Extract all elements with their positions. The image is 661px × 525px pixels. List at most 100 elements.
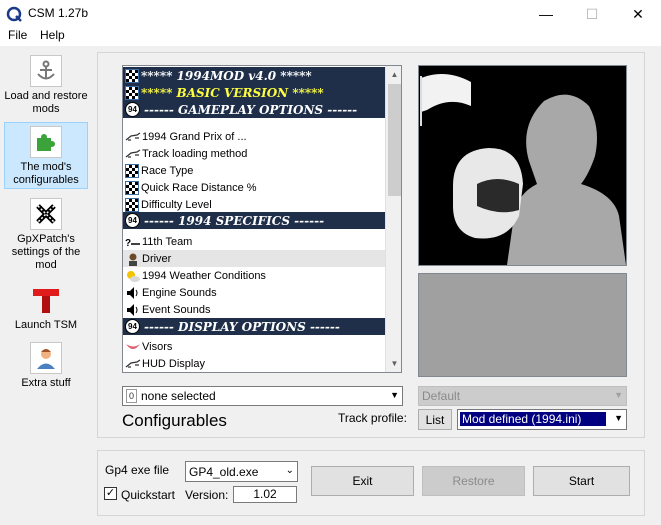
config-option-select[interactable]: 0 none selected ▼ [122, 386, 403, 406]
list-item[interactable]: 1994 Weather Conditions [123, 267, 385, 284]
nav-label: GpXPatch's settings of the mod [11, 233, 81, 271]
start-button[interactable]: Start [533, 466, 630, 496]
weather-icon [125, 268, 141, 284]
visor-icon [125, 339, 141, 355]
quickstart-checkbox[interactable]: ✓ [104, 487, 117, 500]
quickstart-label: Quickstart [121, 488, 176, 502]
section-title: Configurables [122, 411, 227, 430]
track-profile-label: Track profile: [338, 411, 407, 425]
window-title: CSM 1.27b [28, 6, 89, 20]
list-button[interactable]: List [418, 409, 452, 430]
user-icon [30, 342, 62, 374]
list-item-label: Visors [142, 340, 173, 353]
race-car-icon [125, 146, 141, 162]
exit-button[interactable]: Exit [311, 466, 414, 496]
mod-94-badge-icon: 94 [125, 213, 140, 228]
anchor-icon [30, 55, 62, 87]
list-item-label: ------ GAMEPLAY OPTIONS ------ [144, 102, 358, 117]
list-item-title[interactable]: ***** BASIC VERSION ***** [123, 84, 385, 101]
chevron-down-icon: ▼ [390, 390, 399, 400]
version-label: Version: [185, 488, 229, 502]
nav-label: Launch TSM [14, 319, 78, 331]
list-item[interactable]: Engine Sounds [123, 284, 385, 301]
list-item-label: Difficulty Level [141, 198, 212, 211]
preset-select[interactable]: Default ▼ [418, 386, 627, 406]
list-item[interactable]: Race Type [123, 162, 385, 179]
chevron-down-icon: ▼ [614, 390, 623, 400]
mod-94-badge-icon: 94 [125, 102, 140, 117]
track-profile-select[interactable]: Mod defined (1994.ini) ▼ [457, 409, 627, 430]
list-item[interactable]: Difficulty Level [123, 196, 385, 213]
list-item[interactable]: Event Sounds [123, 301, 385, 318]
checkered-flag-icon [125, 68, 139, 83]
list-item-label: Event Sounds [142, 303, 211, 316]
version-field[interactable]: 1.02 [233, 486, 297, 503]
scroll-thumb[interactable] [388, 84, 401, 196]
nav-extra-stuff[interactable]: Extra stuff [4, 342, 88, 389]
config-option-prefix: 0 [126, 389, 137, 403]
nav-load-restore[interactable]: Load and restore mods [4, 55, 88, 119]
list-item-label: ------ DISPLAY OPTIONS ------ [144, 319, 340, 334]
list-scrollbar[interactable]: ▲ ▼ [385, 66, 401, 372]
track-profile-value: Mod defined (1994.ini) [460, 412, 606, 426]
scroll-down-icon[interactable]: ▼ [386, 355, 401, 372]
speaker-icon [125, 302, 141, 318]
nav-gpxpatch-settings[interactable]: GpXPatch's settings of the mod [4, 198, 88, 274]
list-item[interactable]: Visors [123, 338, 385, 355]
list-item-label: 11th Team [142, 235, 193, 248]
list-item[interactable]: 1994 Grand Prix of ... [123, 128, 385, 145]
checkered-flag-icon [125, 197, 139, 212]
checkered-flag-icon [125, 180, 139, 195]
exe-select-value: GP4_old.exe [189, 464, 259, 479]
config-option-value: none selected [141, 389, 216, 403]
scroll-up-icon[interactable]: ▲ [386, 66, 401, 83]
exe-select[interactable]: GP4_old.exe ⌄ [185, 461, 298, 482]
list-item-label: Quick Race Distance % [141, 181, 257, 194]
svg-text:?: ? [125, 238, 131, 247]
puzzle-piece-icon [30, 126, 62, 158]
nav-label: Extra stuff [21, 377, 71, 389]
checkered-flag-icon [125, 85, 139, 100]
list-section-header[interactable]: 94 ------ DISPLAY OPTIONS ------ [123, 318, 385, 335]
nav-label: The mod's configurables [13, 161, 79, 186]
list-item[interactable]: ? 11th Team [123, 233, 385, 250]
race-car-icon [125, 356, 141, 372]
question-car-icon: ? [125, 234, 141, 250]
close-icon: ✕ [632, 5, 644, 22]
speaker-icon [125, 285, 141, 301]
minimize-icon: — [539, 6, 553, 22]
list-item[interactable]: Track loading method [123, 145, 385, 162]
chevron-down-icon: ⌄ [285, 465, 294, 476]
menu-bar [0, 28, 661, 46]
list-item[interactable]: Driver [123, 250, 385, 267]
mod-94-badge-icon: 94 [125, 319, 140, 334]
minimize-button[interactable]: — [523, 0, 569, 28]
driver-icon [125, 251, 141, 267]
csm-logo-icon [6, 6, 22, 22]
menu-help[interactable]: Help [40, 28, 65, 42]
list-item-label: ------ 1994 SPECIFICS ------ [144, 213, 325, 228]
maximize-button[interactable]: ☐ [569, 0, 615, 28]
chevron-down-icon: ▼ [614, 413, 623, 423]
list-item[interactable]: HUD Display [123, 355, 385, 372]
nav-label: Load and restore mods [4, 90, 88, 115]
menu-file[interactable]: File [8, 28, 27, 42]
list-item-label: ***** 1994MOD v4.0 ***** [141, 68, 312, 83]
list-item[interactable]: Quick Race Distance % [123, 179, 385, 196]
maximize-icon: ☐ [585, 5, 599, 22]
list-item-label: Race Type [141, 164, 194, 177]
tsm-icon [30, 284, 62, 316]
race-car-icon [125, 129, 141, 145]
close-button[interactable]: ✕ [615, 0, 661, 28]
list-item-title[interactable]: ***** 1994MOD v4.0 ***** [123, 67, 385, 84]
checkmark-icon: ✓ [105, 487, 116, 499]
list-item-label: HUD Display [142, 357, 205, 370]
list-section-header[interactable]: 94 ------ GAMEPLAY OPTIONS ------ [123, 101, 385, 118]
nav-configurables[interactable]: The mod's configurables [4, 122, 88, 189]
nav-launch-tsm[interactable]: Launch TSM [4, 284, 88, 331]
list-section-header[interactable]: 94 ------ 1994 SPECIFICS ------ [123, 212, 385, 229]
restore-button[interactable]: Restore [422, 466, 525, 496]
configurables-list[interactable]: ***** 1994MOD v4.0 ***** ***** BASIC VER… [122, 65, 402, 373]
list-item-label: 1994 Weather Conditions [142, 269, 266, 282]
preset-select-value: Default [422, 389, 461, 403]
